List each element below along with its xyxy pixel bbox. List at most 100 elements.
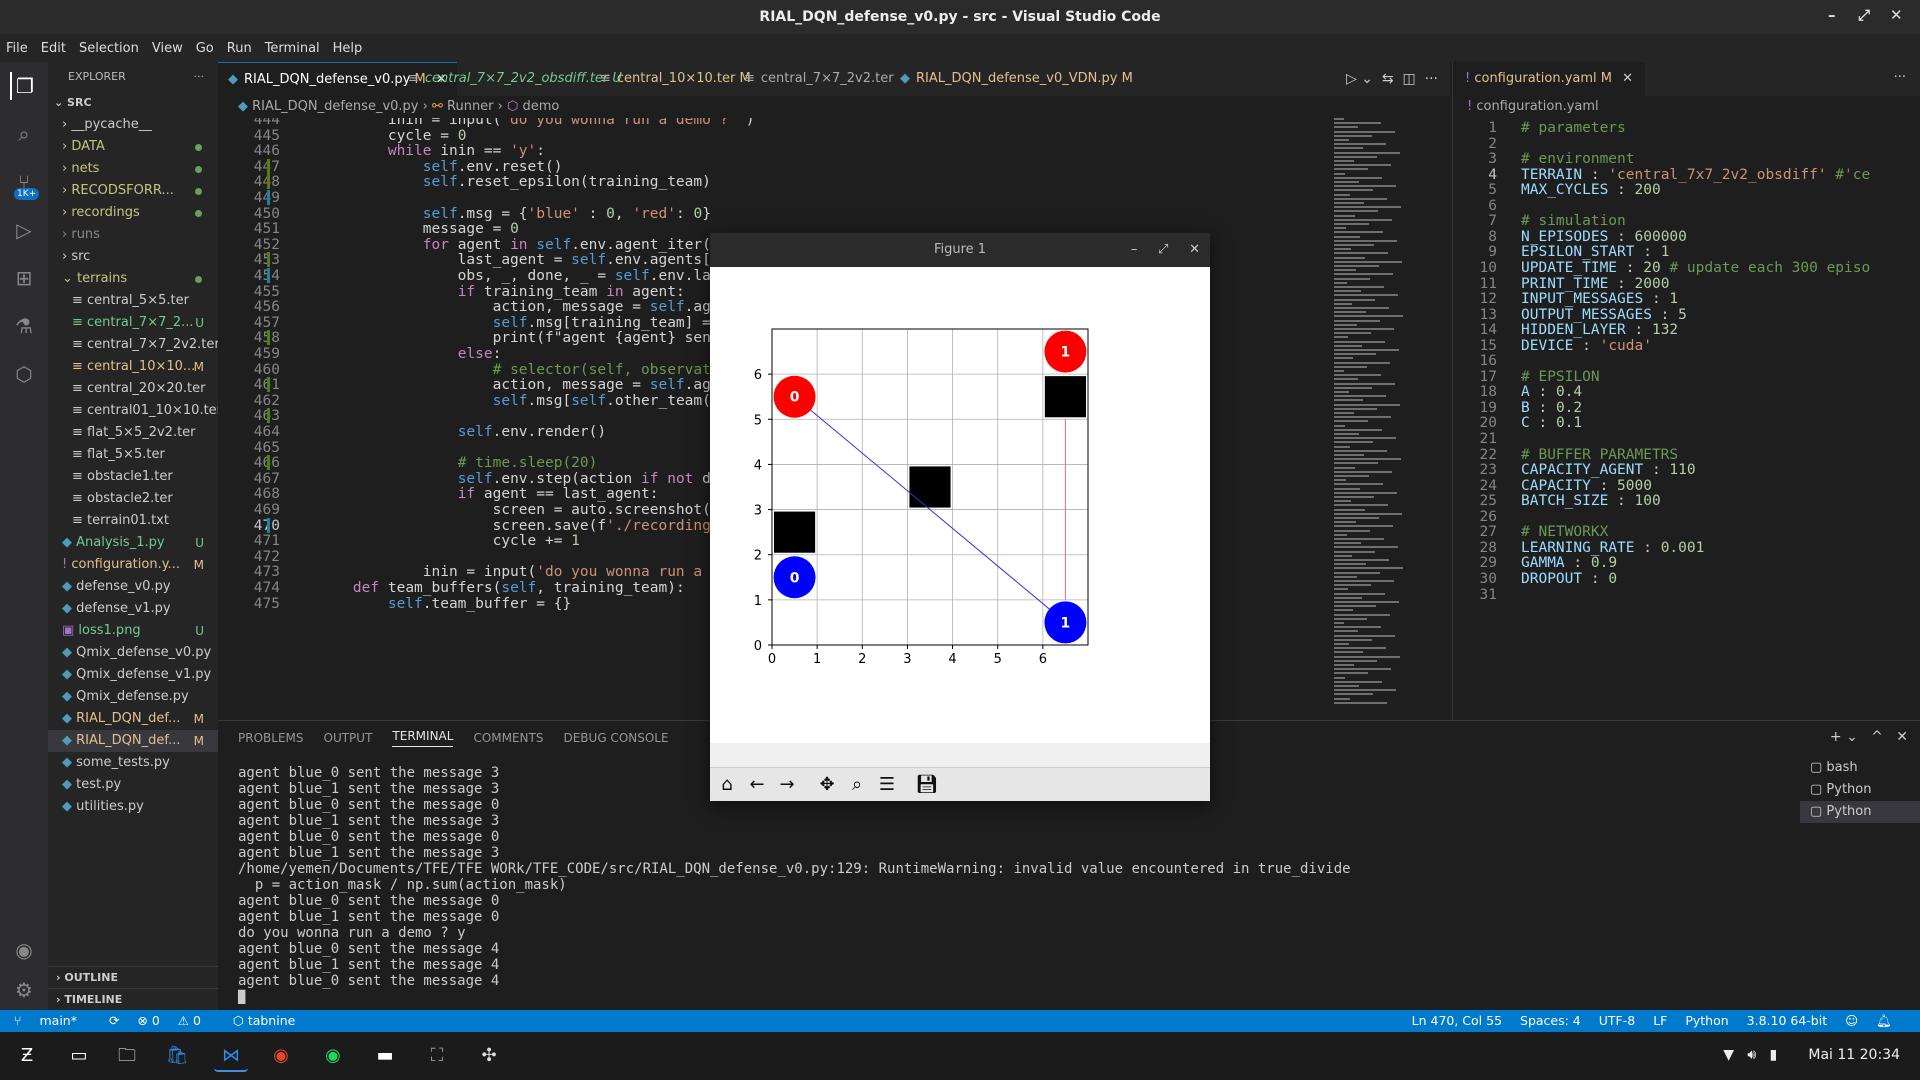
file-item[interactable]: ▣ loss1.png U <box>48 620 218 642</box>
menu-go[interactable]: Go <box>196 41 214 56</box>
folder-item[interactable]: › __pycache__ <box>48 114 218 136</box>
files-icon[interactable]: ❐ <box>10 72 38 100</box>
maximize-button[interactable]: ⤢ <box>1858 6 1870 24</box>
breadcrumb-file[interactable]: RIAL_DQN_defense_v0.py <box>252 99 418 114</box>
chrome-icon[interactable]: ◉ <box>264 1040 298 1072</box>
figure-canvas[interactable]: 0 1 2 3 4 5 6 0 1 2 3 4 5 6 0 1 0 1 <box>710 267 1210 743</box>
file-item[interactable]: ≡ central_5×5.ter <box>48 290 218 312</box>
file-item[interactable]: ◆ defense_v1.py <box>48 598 218 620</box>
run-icon[interactable]: ▷ <box>1346 71 1357 87</box>
yaml-breadcrumb-file[interactable]: configuration.yaml <box>1476 99 1598 114</box>
testing-icon[interactable]: ⚗ <box>10 312 38 340</box>
file-item[interactable]: ◆ RIAL_DQN_def... M <box>48 708 218 730</box>
search-icon[interactable]: ⌕ <box>10 120 38 148</box>
forward-arrow-icon[interactable]: → <box>774 772 800 798</box>
spotify-icon[interactable]: ◉ <box>316 1040 350 1072</box>
file-item[interactable]: ≡ terrain01.txt <box>48 510 218 532</box>
file-item[interactable]: ◆ utilities.py <box>48 796 218 818</box>
file-item[interactable]: ≡ central_10×10... M <box>48 356 218 378</box>
save-icon[interactable]: 💾︎ <box>914 772 940 798</box>
figure-maximize-button[interactable]: ⤢ <box>1158 242 1168 257</box>
language-mode[interactable]: Python <box>1685 1013 1728 1028</box>
zorin-menu-icon[interactable]: Ƶ <box>10 1040 44 1072</box>
terminal-app-icon[interactable]: ▬ <box>368 1040 402 1072</box>
indentation[interactable]: Spaces: 4 <box>1520 1013 1581 1028</box>
breadcrumb-class[interactable]: Runner <box>447 99 494 114</box>
wifi-icon[interactable]: ▼ <box>1723 1047 1734 1063</box>
bell-icon[interactable]: 🔔︎ <box>1876 1013 1892 1028</box>
outline-section[interactable]: › OUTLINE <box>48 966 218 988</box>
file-item[interactable]: ◆ Qmix_defense_v1.py <box>48 664 218 686</box>
minimap[interactable] <box>1328 118 1448 720</box>
encoding[interactable]: UTF-8 <box>1599 1013 1635 1028</box>
breadcrumb-method[interactable]: demo <box>523 99 560 114</box>
file-item[interactable]: ◆ Qmix_defense.py <box>48 686 218 708</box>
file-item[interactable]: ≡ central_7×7_2v2.ter <box>48 334 218 356</box>
timeline-section[interactable]: › TIMELINE <box>48 988 218 1010</box>
interpreter[interactable]: 3.8.10 64-bit <box>1747 1013 1827 1028</box>
close-window-button[interactable]: ✕ <box>1890 6 1903 24</box>
file-item[interactable]: ≡ flat_5×5.ter <box>48 444 218 466</box>
figure-close-button[interactable]: ✕ <box>1189 242 1200 257</box>
figure-app-icon[interactable]: ✣ <box>472 1040 506 1072</box>
file-item-active[interactable]: ◆ RIAL_DQN_def... M <box>48 730 218 752</box>
folder-item[interactable]: › src <box>48 246 218 268</box>
explorer-root[interactable]: ⌄ SRC <box>48 92 218 114</box>
minimize-button[interactable]: – <box>1828 6 1836 24</box>
menu-edit[interactable]: Edit <box>41 41 66 56</box>
terminal-output[interactable]: agent blue_0 sent the message 3 agent blu… <box>238 765 1351 1005</box>
tab-problems[interactable]: PROBLEMS <box>238 731 304 745</box>
tab-terminal[interactable]: TERMINAL <box>392 729 454 747</box>
workspaces-icon[interactable]: ▭ <box>62 1040 96 1072</box>
gear-icon[interactable]: ⚙ <box>10 976 38 1004</box>
terminal-item-active[interactable]: ▢ Python <box>1800 801 1920 823</box>
menu-terminal[interactable]: Terminal <box>265 41 320 56</box>
folder-item[interactable]: › DATA <box>48 136 218 158</box>
files-app-icon[interactable]: 🗀 <box>110 1040 144 1072</box>
tab-rial-dqn-vdn[interactable]: ◆ RIAL_DQN_defense_v0_VDN.py M <box>890 62 1143 96</box>
file-item[interactable]: ≡ central01_10×10.ter <box>48 400 218 422</box>
cursor-position[interactable]: Ln 470, Col 55 <box>1412 1013 1502 1028</box>
pan-icon[interactable]: ✥ <box>814 772 840 798</box>
file-item[interactable]: ◆ defense_v0.py <box>48 576 218 598</box>
extensions-icon[interactable]: ⊞ <box>10 264 38 292</box>
menu-view[interactable]: View <box>152 41 183 56</box>
file-item[interactable]: ◆ Qmix_defense_v0.py <box>48 642 218 664</box>
file-item[interactable]: ≡ obstacle2.ter <box>48 488 218 510</box>
tab-central-7x7-2v2[interactable]: ≡ central_7×7_2v2.ter <box>734 62 904 96</box>
sync-icon[interactable]: ⟳ <box>109 1013 119 1028</box>
volume-icon[interactable]: 🔊︎ <box>1747 1047 1756 1063</box>
problems-status[interactable]: ⊗ 0 ⚠ 0 <box>137 1013 215 1028</box>
new-terminal-icon[interactable]: + <box>1830 729 1842 745</box>
tab-comments[interactable]: COMMENTS <box>473 731 543 745</box>
chevron-down-icon[interactable]: ⌄ <box>1361 71 1373 87</box>
home-icon[interactable]: ⌂ <box>714 772 740 798</box>
run-debug-icon[interactable]: ▷ <box>10 216 38 244</box>
file-item[interactable]: ! configuration.y... M <box>48 554 218 576</box>
folder-item[interactable]: ⌄ terrains <box>48 268 218 290</box>
menu-help[interactable]: Help <box>333 41 363 56</box>
more-icon[interactable]: ··· <box>1894 70 1906 85</box>
tabnine-status[interactable]: ⬡ tabnine <box>233 1013 309 1028</box>
file-item[interactable]: ◆ Analysis_1.py U <box>48 532 218 554</box>
close-tab-icon[interactable]: ✕ <box>1622 71 1633 86</box>
file-item[interactable]: ≡ flat_5×5_2v2.ter <box>48 422 218 444</box>
accounts-icon[interactable]: ◉ <box>10 936 38 964</box>
terminal-item[interactable]: ▢ bash <box>1800 757 1920 779</box>
split-editor-icon[interactable]: ◫ <box>1403 71 1416 87</box>
screenshot-app-icon[interactable]: ⛶ <box>420 1040 454 1072</box>
vscode-icon[interactable]: ⋈ <box>214 1040 248 1072</box>
configure-subplots-icon[interactable]: ☰ <box>874 772 900 798</box>
battery-icon[interactable]: ▮ <box>1770 1047 1778 1063</box>
more-icon[interactable]: ··· <box>194 62 205 92</box>
file-item[interactable]: ◆ some_tests.py <box>48 752 218 774</box>
folder-item[interactable]: › RECODSFORR... <box>48 180 218 202</box>
file-item[interactable]: ≡ central_7×7_2... U <box>48 312 218 334</box>
zoom-icon[interactable]: ⌕ <box>844 772 870 798</box>
file-item[interactable]: ◆ test.py <box>48 774 218 796</box>
tab-debug-console[interactable]: DEBUG CONSOLE <box>563 731 668 745</box>
folder-item[interactable]: › nets <box>48 158 218 180</box>
compare-icon[interactable]: ⇆ <box>1382 71 1394 87</box>
maximize-panel-icon[interactable]: ^ <box>1871 729 1883 745</box>
back-arrow-icon[interactable]: ← <box>744 772 770 798</box>
